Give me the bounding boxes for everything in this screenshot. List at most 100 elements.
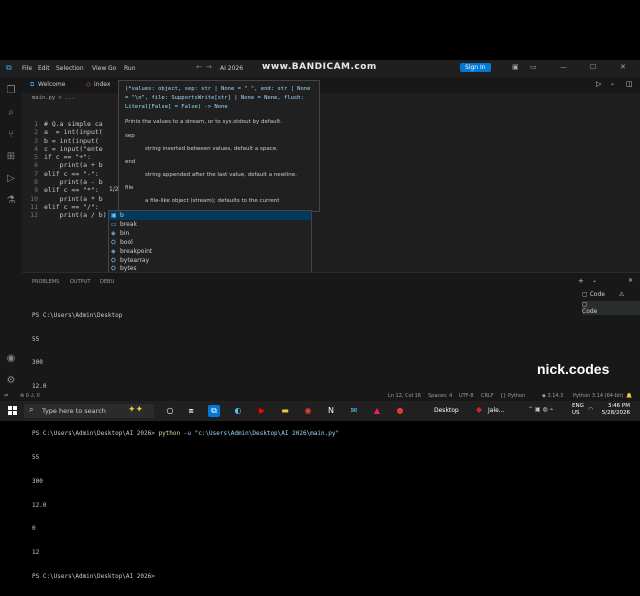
code-line[interactable]: 4 c = input("ente (22, 145, 107, 153)
minimize-icon[interactable]: — (560, 63, 567, 71)
function-icon: ◈ (111, 247, 116, 255)
nav-back-icon[interactable]: ← (196, 63, 202, 71)
overload-counter[interactable]: 1/2 (109, 186, 119, 193)
notion-icon[interactable]: N (325, 405, 337, 417)
code-line[interactable]: 10 print(a * b (22, 195, 107, 203)
maximize-icon[interactable]: ☐ (590, 63, 596, 71)
suggestion-item[interactable]: ◈ breakpoint (111, 247, 152, 256)
line-ending[interactable]: CRLF (481, 393, 494, 399)
menu-edit[interactable]: Edit (38, 65, 50, 72)
code-line[interactable]: 6 print(a + b (22, 161, 107, 169)
errors-icon[interactable]: ⊗ 0 ⚠ 0 (20, 393, 40, 399)
braces-icon: {} (500, 393, 508, 399)
line-number: 3 (34, 136, 38, 145)
settings-gear-icon[interactable]: ⚙ (5, 375, 17, 387)
run-python-icon[interactable]: ▷ (596, 80, 601, 88)
line-number: 11 (30, 202, 38, 211)
command-center-search[interactable]: AI 2026 (220, 65, 243, 72)
sign-in-button[interactable]: Sign In (460, 63, 491, 72)
menu-view[interactable]: View (92, 65, 106, 72)
panel-toggle-icon[interactable]: ▭ (530, 63, 537, 71)
layout-icon[interactable]: ▣ (512, 63, 519, 71)
nav-forward-icon[interactable]: → (206, 63, 212, 71)
code-line[interactable]: 3 b = int(input( (22, 137, 107, 145)
menu-file[interactable]: File (22, 65, 32, 72)
lang-secondary: US (572, 410, 580, 416)
notifications-icon[interactable]: 🔔 (626, 393, 632, 399)
code-line[interactable]: 8 print(a - b (22, 178, 107, 186)
suggestion-item[interactable]: ⛭ bool (111, 238, 133, 247)
panel-tab-output[interactable]: OUTPUT (70, 279, 90, 285)
indentation[interactable]: Spaces: 4 (428, 393, 452, 399)
search-icon: ⌕ (29, 405, 34, 414)
widgets-icon[interactable]: ⧈ (185, 405, 197, 417)
extensions-icon[interactable]: ⊞ (5, 151, 17, 163)
code-line[interactable]: 9 elif c == "*": (22, 186, 107, 194)
input-language[interactable]: ENG US (572, 403, 584, 417)
new-terminal-icon[interactable]: + (578, 277, 584, 285)
windows-taskbar: ⌕ Type here to search ✦✦ ○ ⧈ ⧉ ◐ ▶ ▬ ◉ N… (0, 401, 640, 421)
taskbar-search-box[interactable]: ⌕ Type here to search ✦✦ (24, 404, 154, 418)
code-line[interactable]: 1 # Q.a simple ca (22, 120, 107, 128)
bandicam-icon[interactable]: ● (394, 405, 406, 417)
terminal-dropdown-icon[interactable]: ⌄ (592, 277, 597, 284)
terminal-output[interactable]: PS C:\Users\Admin\Desktop 55 300 12.0 0 … (32, 296, 339, 596)
line-number: 6 (34, 161, 38, 170)
search-icon[interactable]: ⌕ (5, 107, 17, 119)
panel-close-icon[interactable]: ✕ (628, 277, 633, 284)
windows-start-icon[interactable] (8, 406, 17, 415)
source-control-icon[interactable]: ⑂ (5, 129, 17, 141)
tab-welcome[interactable]: ⧉ Welcome (28, 77, 92, 93)
menu-selection[interactable]: Selection (56, 65, 84, 72)
param-sep-name: sep (125, 133, 135, 139)
terminal-instance-2[interactable]: ▢ Code (582, 301, 640, 315)
language-mode[interactable]: {} Python (500, 393, 525, 399)
youtube-icon[interactable]: ▶ (256, 405, 268, 417)
term-line: 12.0 (32, 382, 47, 390)
remote-icon[interactable]: ⇌ (4, 393, 8, 399)
suggestion-item[interactable]: ⛭ bytearray (111, 256, 149, 265)
account-icon[interactable]: ◉ (5, 353, 17, 365)
edge-icon[interactable]: ◐ (232, 405, 244, 417)
run-debug-icon[interactable]: ▷ (5, 173, 17, 185)
menu-go[interactable]: Go (108, 65, 116, 72)
menu-run[interactable]: Run (124, 65, 136, 72)
suggestion-item[interactable]: ◈ bin (111, 229, 129, 238)
code-view[interactable]: 1 # Q.a simple ca 2 a = int(input(3 b = int(… (22, 104, 107, 228)
welcome-tab-icon: ⧉ (30, 81, 35, 88)
chrome-icon[interactable]: ◉ (302, 405, 314, 417)
suggestion-item[interactable]: ▭ break (111, 220, 137, 229)
cursor-position[interactable]: Ln 12, Col 16 (388, 393, 421, 399)
python-version[interactable]: ◆ 3.14.3 (542, 393, 563, 399)
app-icon[interactable]: ▲ (371, 405, 383, 417)
file-explorer-icon[interactable]: ▬ (279, 405, 291, 417)
testing-icon[interactable]: ⚗ (5, 195, 17, 207)
code-line[interactable]: 5 if c == "+": (22, 153, 107, 161)
tray-icons[interactable]: ⌃ ▣ ◍ ⌁ (528, 406, 553, 413)
code-line[interactable]: 11 elif c == "/": (22, 203, 107, 211)
clock[interactable]: 3:46 PM 5/28/2026 (590, 403, 630, 417)
news-icon: ◆ (476, 405, 483, 414)
task-view-icon[interactable]: ○ (164, 405, 176, 417)
panel-tab-problems[interactable]: PROBLEMS (32, 279, 59, 285)
desktop-label[interactable]: Desktop (434, 407, 459, 414)
prompt: PS C:\Users\Admin\Desktop\AI 2026> (32, 430, 155, 438)
tab-label: Welcome (38, 81, 66, 88)
suggestion-item[interactable]: ▣ b (111, 211, 124, 220)
terminal-instance-1[interactable]: ▢ Code ⚠ (582, 291, 624, 298)
split-editor-icon[interactable]: ◫ (626, 80, 633, 88)
mail-icon[interactable]: ✉ (348, 405, 360, 417)
code-line[interactable]: 2 a = int(input( (22, 128, 107, 136)
python-interpreter[interactable]: Python 3.14 (64-bit) (573, 393, 623, 399)
line-text: elif c == "*": (44, 186, 99, 195)
code-line[interactable]: 12 print(a / b) (22, 211, 106, 219)
code-line[interactable]: 7 elif c == "-": (22, 170, 107, 178)
explorer-icon[interactable]: ❐ (5, 85, 17, 97)
panel-tab-debug[interactable]: DEBU (100, 279, 114, 285)
vscode-taskbar-icon[interactable]: ⧉ (208, 405, 220, 417)
breadcrumb[interactable]: main.py > ... (32, 95, 75, 101)
run-dropdown-icon[interactable]: ⌄ (610, 80, 615, 87)
close-icon[interactable]: ✕ (620, 63, 626, 71)
weather-news-label[interactable]: Jale... (488, 407, 505, 414)
encoding[interactable]: UTF-8 (459, 393, 474, 399)
